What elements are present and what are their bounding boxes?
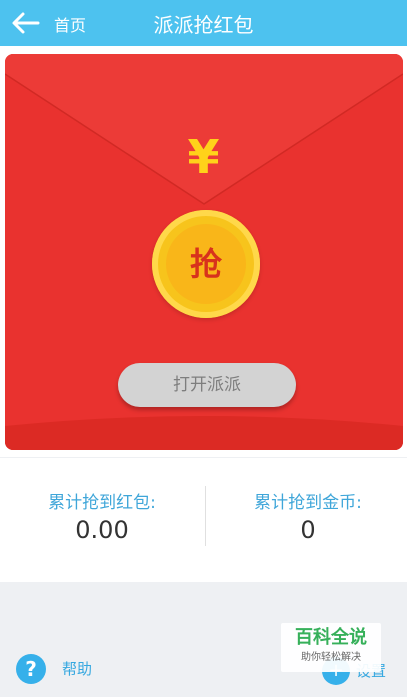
watermark-title: 百科全说 [295, 627, 367, 648]
top-bar: 首页 派派抢红包 [0, 0, 407, 46]
watermark-subtitle: 助你轻松解决 [301, 652, 361, 663]
grab-label: 抢 [189, 245, 222, 283]
help-link[interactable]: 帮助 [62, 658, 92, 679]
coins-total-label: 累计抢到金币: [254, 493, 362, 513]
grab-coin-button[interactable]: 抢 [152, 210, 260, 318]
coin-inner: 抢 [166, 224, 246, 304]
watermark-badge: 百科全说 助你轻松解决 [281, 623, 381, 672]
red-packets-total-label: 累计抢到红包: [48, 493, 156, 513]
coins-total-value: 0 [300, 516, 316, 544]
help-icon[interactable]: ? [16, 654, 46, 684]
red-packets-total-value: 0.00 [75, 516, 129, 544]
yen-icon: ¥ [187, 130, 220, 184]
open-paipai-button[interactable]: 打开派派 [118, 363, 296, 407]
page-title: 派派抢红包 [153, 13, 254, 37]
